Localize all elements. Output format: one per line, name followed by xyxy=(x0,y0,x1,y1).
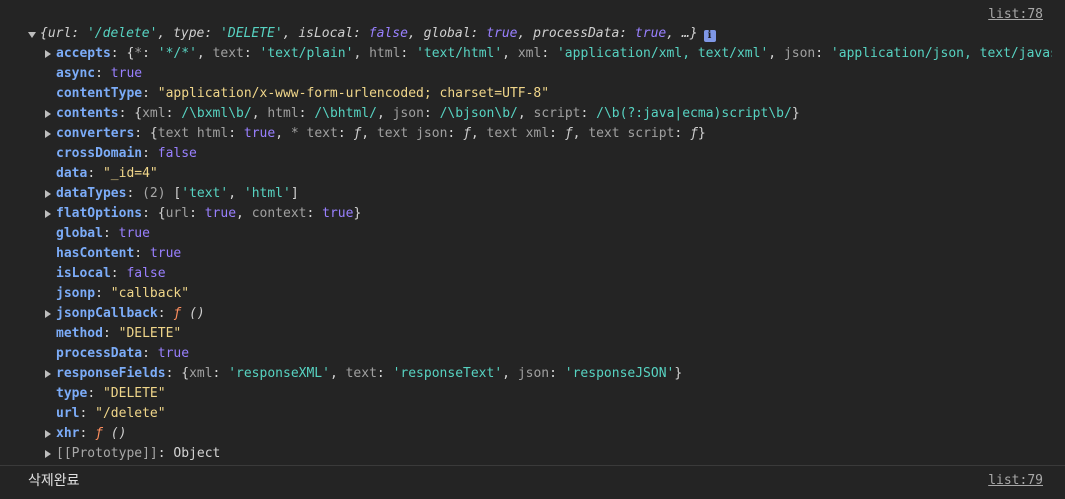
prop-type: type: "DELETE" xyxy=(56,386,166,401)
expand-triangle-icon[interactable] xyxy=(45,190,51,198)
prop-dataTypes[interactable]: dataTypes: (2) ['text', 'html'] xyxy=(0,184,1052,204)
prop-contentType: contentType: "application/x-www-form-url… xyxy=(56,86,550,101)
collapse-triangle-icon[interactable] xyxy=(28,32,36,38)
expand-triangle-icon[interactable] xyxy=(45,130,51,138)
prop-jsonpCallback[interactable]: jsonpCallback: ƒ () xyxy=(0,304,1052,324)
expand-triangle-icon[interactable] xyxy=(45,430,51,438)
expand-triangle-icon[interactable] xyxy=(45,210,51,218)
prop-hasContent: hasContent: true xyxy=(56,246,182,261)
prop-xhr[interactable]: xhr: ƒ () xyxy=(0,424,1052,444)
source-link[interactable]: list:78 xyxy=(988,5,1043,25)
prop-responseFields[interactable]: responseFields: {xml: 'responseXML', tex… xyxy=(0,364,1052,384)
expand-triangle-icon[interactable] xyxy=(45,50,51,58)
prop-prototype[interactable]: [[Prototype]]: Object xyxy=(0,444,1052,464)
object-summary[interactable]: {url: '/delete', type: 'DELETE', isLocal… xyxy=(0,24,1052,44)
expand-triangle-icon[interactable] xyxy=(45,370,51,378)
prop-data: data: "_id=4" xyxy=(56,166,158,181)
prop-accepts[interactable]: accepts: {*: '*/*', text: 'text/plain', … xyxy=(0,44,1052,64)
expand-triangle-icon[interactable] xyxy=(45,310,51,318)
prop-contents[interactable]: contents: {xml: /\bxml\b/, html: /\bhtml… xyxy=(0,104,1052,124)
prop-global: global: true xyxy=(56,226,150,241)
prop-crossDomain: crossDomain: false xyxy=(56,146,197,161)
prop-flatOptions[interactable]: flatOptions: {url: true, context: true} xyxy=(0,204,1052,224)
prop-processData: processData: true xyxy=(56,346,190,361)
prop-async: async: true xyxy=(56,66,143,81)
prop-converters[interactable]: converters: {text html: true, * text: ƒ,… xyxy=(0,124,1052,144)
prop-isLocal: isLocal: false xyxy=(56,266,166,281)
prop-method: method: "DELETE" xyxy=(56,326,182,341)
log-message: 삭제완료 xyxy=(28,473,80,489)
console-entry-message: 삭제완료 list:79 xyxy=(0,465,1065,499)
info-icon[interactable]: i xyxy=(703,30,716,42)
expand-triangle-icon[interactable] xyxy=(45,450,51,458)
console-entry-object: list:78 {url: '/delete', type: 'DELETE',… xyxy=(0,0,1065,465)
prop-url: url: "/delete" xyxy=(56,406,166,421)
prop-jsonp: jsonp: "callback" xyxy=(56,286,190,301)
source-link[interactable]: list:79 xyxy=(988,471,1043,491)
expand-triangle-icon[interactable] xyxy=(45,110,51,118)
